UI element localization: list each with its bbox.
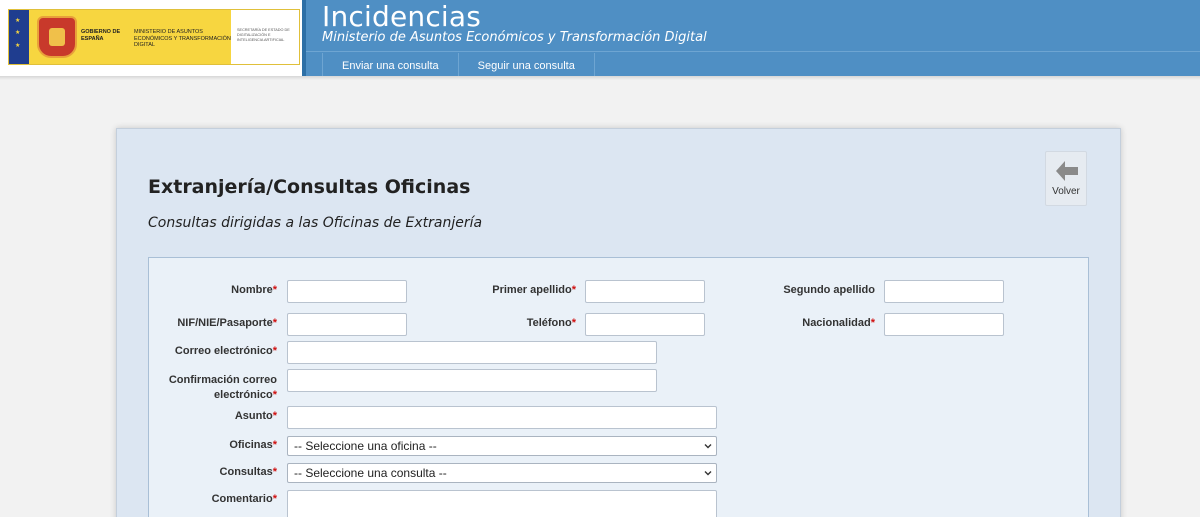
asunto-label: Asunto* [234,410,277,422]
segundo-apellido-input[interactable] [884,280,1004,303]
back-button[interactable]: Volver [1045,151,1087,206]
asunto-input[interactable] [287,406,717,429]
comentario-textarea[interactable] [287,490,717,517]
header-shadow [0,76,1200,80]
back-label: Volver [1052,186,1080,197]
nav-enviar-consulta[interactable]: Enviar una consulta [322,53,459,76]
confirmacion-correo-label: Confirmación correo electrónico* [168,374,277,401]
coat-of-arms-icon [37,16,77,58]
oficinas-label: Oficinas* [229,439,277,451]
nacionalidad-input[interactable] [884,313,1004,336]
nav-divider [306,51,1200,52]
app-title: Incidencias [322,0,482,33]
nav-seguir-consulta[interactable]: Seguir una consulta [459,53,595,76]
consultas-selected: -- Seleccione una consulta -- [294,466,447,480]
arrow-left-icon [1056,161,1078,181]
segundo-apellido-label: Segundo apellido [783,284,875,296]
page-title: Extranjería/Consultas Oficinas [148,176,471,198]
telefono-input[interactable] [585,313,705,336]
logo-text-secretaria: SECRETARÍA DE ESTADO DE DIGITALIZACIÓN E… [237,28,290,42]
app-subtitle: Ministerio de Asuntos Económicos y Trans… [322,30,707,45]
nif-label: NIF/NIE/Pasaporte* [177,317,277,329]
logo-secretaria-block: SECRETARÍA DE ESTADO DE DIGITALIZACIÓN E… [231,10,299,64]
contact-form: Nombre* Primer apellido* Segundo apellid… [148,257,1089,517]
oficinas-selected: -- Seleccione una oficina -- [294,439,437,453]
form-panel: Extranjería/Consultas Oficinas Consultas… [116,128,1121,517]
eu-flag-icon: ★ ★ ★ [9,10,29,64]
logo-text-gobierno: GOBIERNO DE ESPAÑA [81,29,121,42]
chevron-down-icon [704,471,712,476]
comentario-label: Comentario* [211,493,277,505]
confirmacion-correo-input[interactable] [287,369,657,392]
nombre-input[interactable] [287,280,407,303]
primer-apellido-input[interactable] [585,280,705,303]
nombre-label: Nombre* [231,284,277,296]
logo-banner: ★ ★ ★ GOBIERNO DE ESPAÑA MINISTERIO DE A… [8,9,300,65]
correo-input[interactable] [287,341,657,364]
oficinas-select[interactable]: -- Seleccione una oficina -- [287,436,717,456]
primer-apellido-label: Primer apellido* [492,284,576,296]
government-logo[interactable]: ★ ★ ★ GOBIERNO DE ESPAÑA MINISTERIO DE A… [0,0,306,76]
nif-input[interactable] [287,313,407,336]
consultas-label: Consultas* [219,466,277,478]
telefono-label: Teléfono* [526,317,576,329]
page-description: Consultas dirigidas a las Oficinas de Ex… [148,215,483,231]
nacionalidad-label: Nacionalidad* [802,317,875,329]
correo-label: Correo electrónico* [174,345,277,357]
chevron-down-icon [704,444,712,449]
main-nav: Enviar una consulta Seguir una consulta [322,53,595,76]
logo-text-ministerio: MINISTERIO DE ASUNTOS ECONÓMICOS Y TRANS… [134,29,231,48]
app-header: ★ ★ ★ GOBIERNO DE ESPAÑA MINISTERIO DE A… [0,0,1200,76]
consultas-select[interactable]: -- Seleccione una consulta -- [287,463,717,483]
